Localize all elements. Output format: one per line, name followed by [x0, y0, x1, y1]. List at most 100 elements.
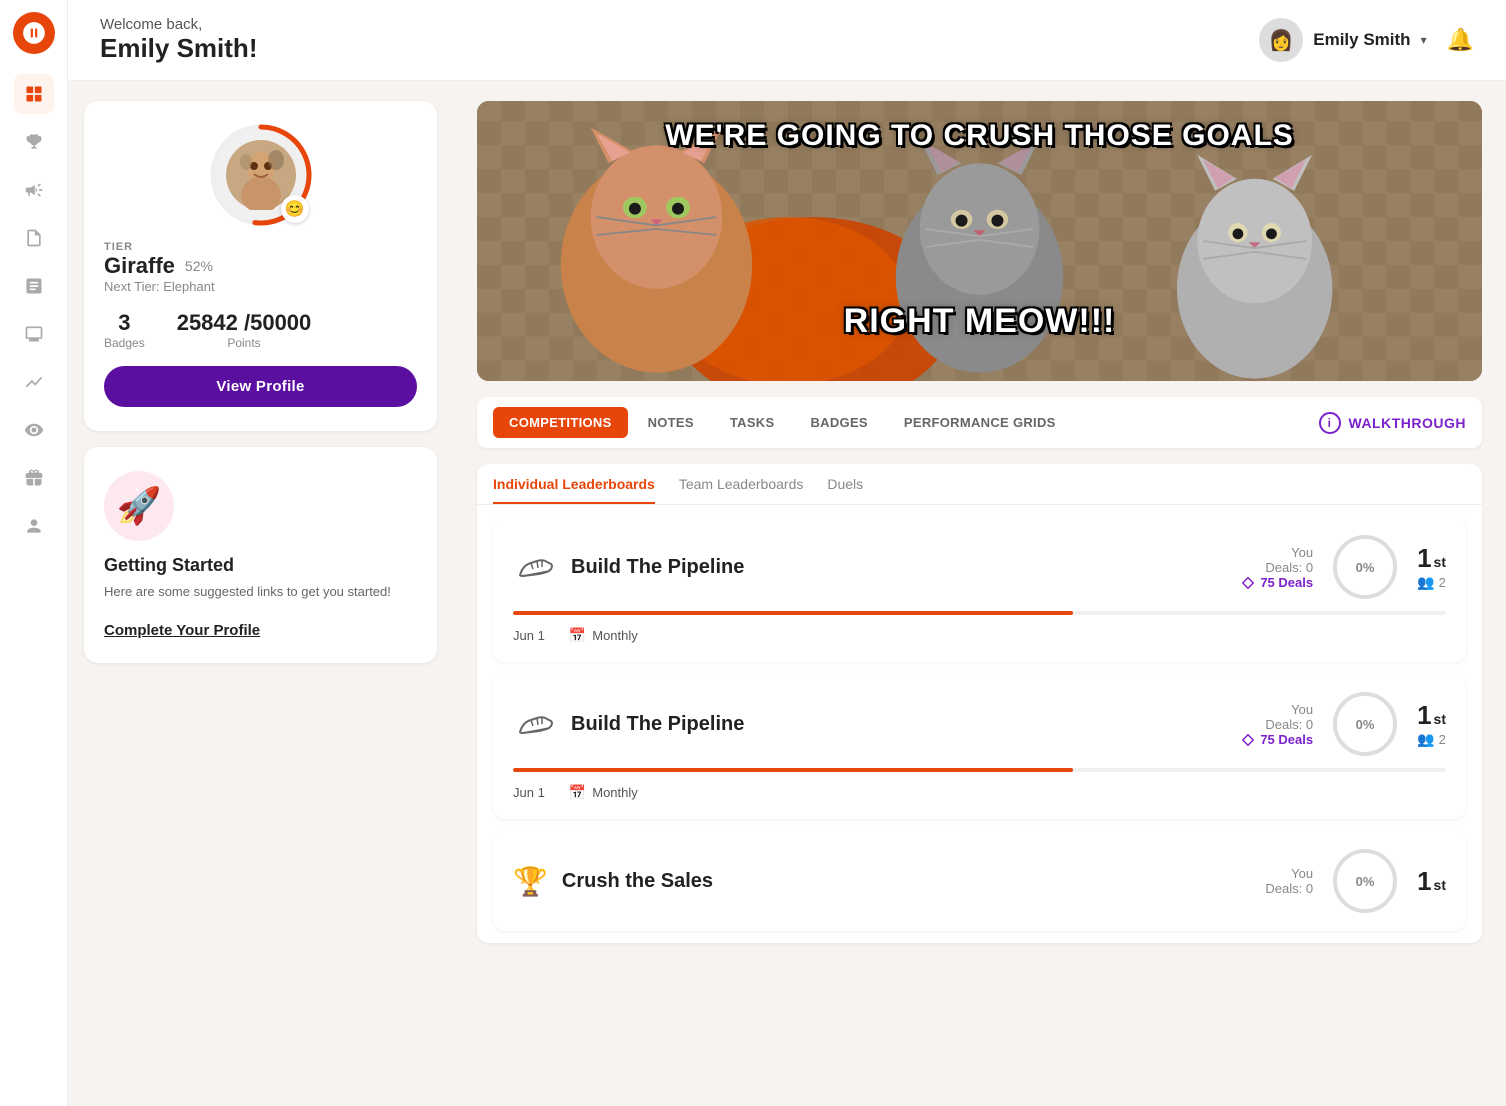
comp-date-2: Jun 1: [513, 785, 545, 800]
complete-profile-link[interactable]: Complete Your Profile: [104, 622, 417, 639]
rank-of-count-1: 2: [1439, 575, 1446, 590]
progress-pct-3: 0%: [1356, 874, 1375, 889]
report-icon: [24, 228, 44, 248]
sidebar-item-dashboard[interactable]: [14, 74, 54, 114]
motivational-banner: WE'RE GOING TO CRUSH THOSE GOALS RIGHT M…: [477, 101, 1482, 381]
comp-title-1: Build The Pipeline: [571, 556, 744, 579]
tab-bar: COMPETITIONS NOTES TASKS BADGES PERFORMA…: [477, 397, 1482, 448]
comp-deals-3: Deals: 0: [1265, 881, 1313, 896]
tabs-container: COMPETITIONS NOTES TASKS BADGES PERFORMA…: [493, 407, 1072, 438]
diamond-icon-2: [1242, 734, 1254, 746]
getting-started-description: Here are some suggested links to get you…: [104, 582, 417, 602]
progress-bar-fill-1: [513, 611, 1073, 615]
rank-display-3: 1 st: [1417, 866, 1446, 897]
competition-card-2: Build The Pipeline You Deals: 0: [493, 674, 1466, 819]
view-profile-button[interactable]: View Profile: [104, 366, 417, 407]
rank-section-1: 1 st 👥 2: [1417, 543, 1446, 591]
comp-right-2: You Deals: 0 75 Deals: [1242, 692, 1446, 756]
user-name-heading: Emily Smith!: [100, 33, 257, 64]
comp-deals-2: Deals: 0: [1242, 717, 1313, 732]
badges-label: Badges: [104, 336, 145, 350]
comp-you-3: You: [1265, 866, 1313, 881]
walkthrough-button[interactable]: i WALKTHROUGH: [1319, 412, 1467, 434]
progress-circle-1: 0%: [1333, 535, 1397, 599]
tier-label-text: TIER: [104, 241, 133, 253]
sidebar-item-chart[interactable]: [14, 362, 54, 402]
rank-of-count-2: 2: [1439, 732, 1446, 747]
next-tier-text: Next Tier: Elephant: [104, 279, 215, 294]
comp-target-2: 75 Deals: [1242, 732, 1313, 747]
sneaker-icon-1: [515, 547, 555, 587]
sidebar: [0, 0, 68, 1106]
eye-icon: [24, 420, 44, 440]
app-logo[interactable]: [13, 12, 55, 54]
badges-count: 3: [104, 310, 145, 336]
sidebar-item-trophy[interactable]: [14, 122, 54, 162]
progress-pct-1: 0%: [1356, 560, 1375, 575]
comp-title-2: Build The Pipeline: [571, 713, 744, 736]
right-panel: WE'RE GOING TO CRUSH THOSE GOALS RIGHT M…: [453, 81, 1506, 1106]
comp-stats-1: You Deals: 0 75 Deals: [1242, 545, 1313, 590]
main-area: Welcome back, Emily Smith! 👩 Emily Smith…: [68, 0, 1506, 1106]
tab-individual-leaderboards[interactable]: Individual Leaderboards: [493, 476, 655, 504]
comp-stats-2: You Deals: 0 75 Deals: [1242, 702, 1313, 747]
sidebar-item-person[interactable]: [14, 506, 54, 546]
header-right: 👩 Emily Smith ▾ 🔔: [1259, 18, 1474, 62]
greeting-text: Welcome back,: [100, 16, 257, 33]
profile-card: 😊 TIER Giraffe 52% Next Tier: Elephant 3…: [84, 101, 437, 431]
logo-icon: [21, 20, 47, 46]
rank-of-2: 👥 2: [1417, 731, 1446, 748]
user-name-header: Emily Smith: [1313, 30, 1410, 50]
comp-card-top-1: Build The Pipeline You Deals: 0: [513, 535, 1446, 599]
comp-you-2: You: [1242, 702, 1313, 717]
points-stat: 25842 /50000 Points: [177, 310, 312, 350]
tab-notes[interactable]: NOTES: [632, 407, 710, 438]
person-icon: [24, 516, 44, 536]
rank-display-2: 1 st: [1417, 700, 1446, 731]
sidebar-item-megaphone[interactable]: [14, 170, 54, 210]
monitor-icon: [24, 324, 44, 344]
sidebar-item-note[interactable]: [14, 266, 54, 306]
content-area: 😊 TIER Giraffe 52% Next Tier: Elephant 3…: [68, 81, 1506, 1106]
tab-performance-grids[interactable]: PERFORMANCE GRIDS: [888, 407, 1072, 438]
sidebar-item-gift[interactable]: [14, 458, 54, 498]
getting-started-title: Getting Started: [104, 555, 417, 576]
shoe-icon-1: [513, 545, 557, 589]
rank-suffix-3: st: [1434, 877, 1446, 893]
dashboard-icon: [24, 84, 44, 104]
top-header: Welcome back, Emily Smith! 👩 Emily Smith…: [68, 0, 1506, 81]
tab-competitions[interactable]: COMPETITIONS: [493, 407, 628, 438]
progress-circle-3: 0%: [1333, 849, 1397, 913]
left-panel: 😊 TIER Giraffe 52% Next Tier: Elephant 3…: [68, 81, 453, 1106]
chart-line-icon: [24, 372, 44, 392]
chevron-down-icon: ▾: [1421, 33, 1427, 47]
comp-frequency-1: Monthly: [592, 628, 638, 643]
trophy-icon-3: 🏆: [513, 865, 548, 898]
tab-badges[interactable]: BADGES: [794, 407, 883, 438]
avatar-wrapper: 😊: [211, 125, 311, 225]
banner-text-top: WE'RE GOING TO CRUSH THOSE GOALS: [665, 119, 1294, 153]
comp-card-bottom-1: Jun 1 📅 Monthly: [513, 627, 1446, 644]
banner-text-bottom: RIGHT MEOW!!!: [844, 302, 1116, 341]
comp-date-1: Jun 1: [513, 628, 545, 643]
rank-section-2: 1 st 👥 2: [1417, 700, 1446, 748]
info-circle-icon: i: [1319, 412, 1341, 434]
sidebar-item-monitor[interactable]: [14, 314, 54, 354]
tab-team-leaderboards[interactable]: Team Leaderboards: [679, 476, 804, 504]
sidebar-item-report[interactable]: [14, 218, 54, 258]
progress-bar-fill-2: [513, 768, 1073, 772]
calendar-icon-1: 📅: [569, 627, 586, 644]
badges-stat: 3 Badges: [104, 310, 145, 350]
user-info[interactable]: 👩 Emily Smith ▾: [1259, 18, 1426, 62]
sidebar-item-eye[interactable]: [14, 410, 54, 450]
progress-circle-2: 0%: [1333, 692, 1397, 756]
note-icon: [24, 276, 44, 296]
notification-bell-icon[interactable]: 🔔: [1447, 27, 1474, 53]
comp-card-top-2: Build The Pipeline You Deals: 0: [513, 692, 1446, 756]
comp-freq-1: 📅 Monthly: [569, 627, 638, 644]
comp-title-row-2: Build The Pipeline: [513, 702, 744, 746]
tab-duels[interactable]: Duels: [827, 476, 863, 504]
comp-card-bottom-2: Jun 1 📅 Monthly: [513, 784, 1446, 801]
tab-tasks[interactable]: TASKS: [714, 407, 791, 438]
progress-pct-2: 0%: [1356, 717, 1375, 732]
